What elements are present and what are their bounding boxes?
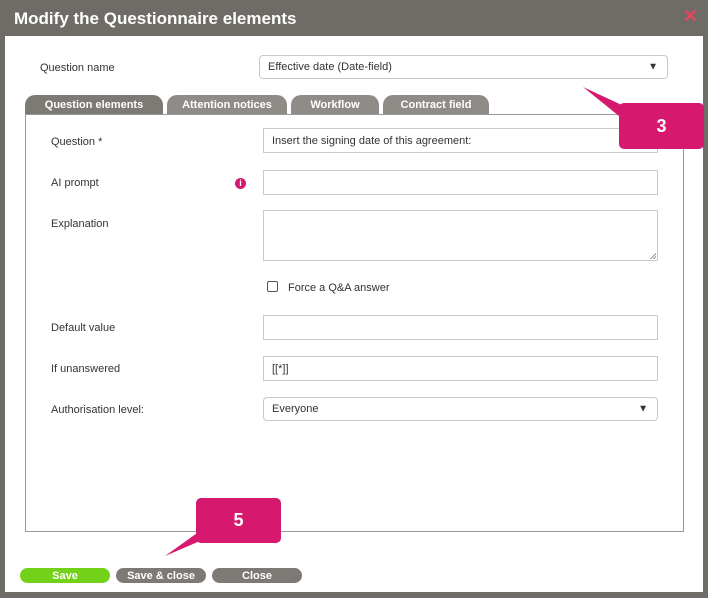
dialog-title: Modify the Questionnaire elements [14, 9, 297, 28]
dialog-body: Question name Effective date (Date-field… [5, 36, 704, 592]
callout-5: 5 [196, 498, 281, 543]
questionnaire-dialog: Modify the Questionnaire elements ✕ Ques… [0, 0, 708, 598]
tab-label: Workflow [310, 98, 360, 111]
question-input[interactable]: Insert the signing date of this agreemen… [263, 128, 658, 153]
question-name-label: Question name [40, 62, 115, 74]
tab-contract-field[interactable]: Contract field [383, 95, 489, 114]
chevron-down-icon: ▼ [648, 61, 658, 73]
force-qa-label: Force a Q&A answer [288, 282, 390, 294]
authorisation-select[interactable]: Everyone ▼ [263, 397, 658, 421]
question-name-select[interactable]: Effective date (Date-field) ▼ [259, 55, 668, 79]
question-name-value: Effective date (Date-field) [268, 61, 392, 73]
callout-3-number: 3 [656, 115, 667, 136]
explanation-textarea[interactable] [263, 210, 658, 261]
save-close-button-label: Save & close [127, 569, 195, 582]
info-icon[interactable]: i [235, 178, 246, 189]
callout-5-pointer [165, 531, 200, 556]
tab-panel: Question * Insert the signing date of th… [25, 114, 684, 532]
tab-label: Contract field [400, 98, 472, 111]
chevron-down-icon: ▼ [638, 403, 648, 415]
save-close-button[interactable]: Save & close [116, 568, 206, 583]
default-value-label: Default value [51, 322, 116, 334]
if-unanswered-value: [[*]] [272, 362, 289, 375]
save-button[interactable]: Save [20, 568, 110, 583]
authorisation-label: Authorisation level: [51, 404, 144, 416]
ai-prompt-label: AI prompt [51, 177, 99, 189]
tab-label: Attention notices [182, 98, 272, 111]
tab-question-elements[interactable]: Question elements [25, 95, 163, 114]
ai-prompt-input[interactable] [263, 170, 658, 195]
tab-attention-notices[interactable]: Attention notices [167, 95, 287, 114]
tab-label: Question elements [44, 98, 144, 111]
callout-5-number: 5 [233, 510, 244, 530]
save-button-label: Save [52, 569, 78, 582]
force-qa-checkbox[interactable] [267, 281, 278, 292]
callout-3: 3 [619, 103, 704, 149]
dialog-titlebar: Modify the Questionnaire elements ✕ [0, 0, 708, 36]
explanation-label: Explanation [51, 218, 109, 230]
close-button[interactable]: Close [212, 568, 302, 583]
close-icon[interactable]: ✕ [683, 6, 698, 27]
if-unanswered-input[interactable]: [[*]] [263, 356, 658, 381]
authorisation-value: Everyone [272, 403, 319, 415]
close-button-label: Close [242, 569, 272, 582]
if-unanswered-label: If unanswered [51, 363, 121, 375]
question-label: Question * [51, 136, 103, 148]
tab-workflow[interactable]: Workflow [291, 95, 379, 114]
resize-handle-icon[interactable] [650, 253, 656, 259]
default-value-input[interactable] [263, 315, 658, 340]
question-value: Insert the signing date of this agreemen… [272, 134, 472, 147]
